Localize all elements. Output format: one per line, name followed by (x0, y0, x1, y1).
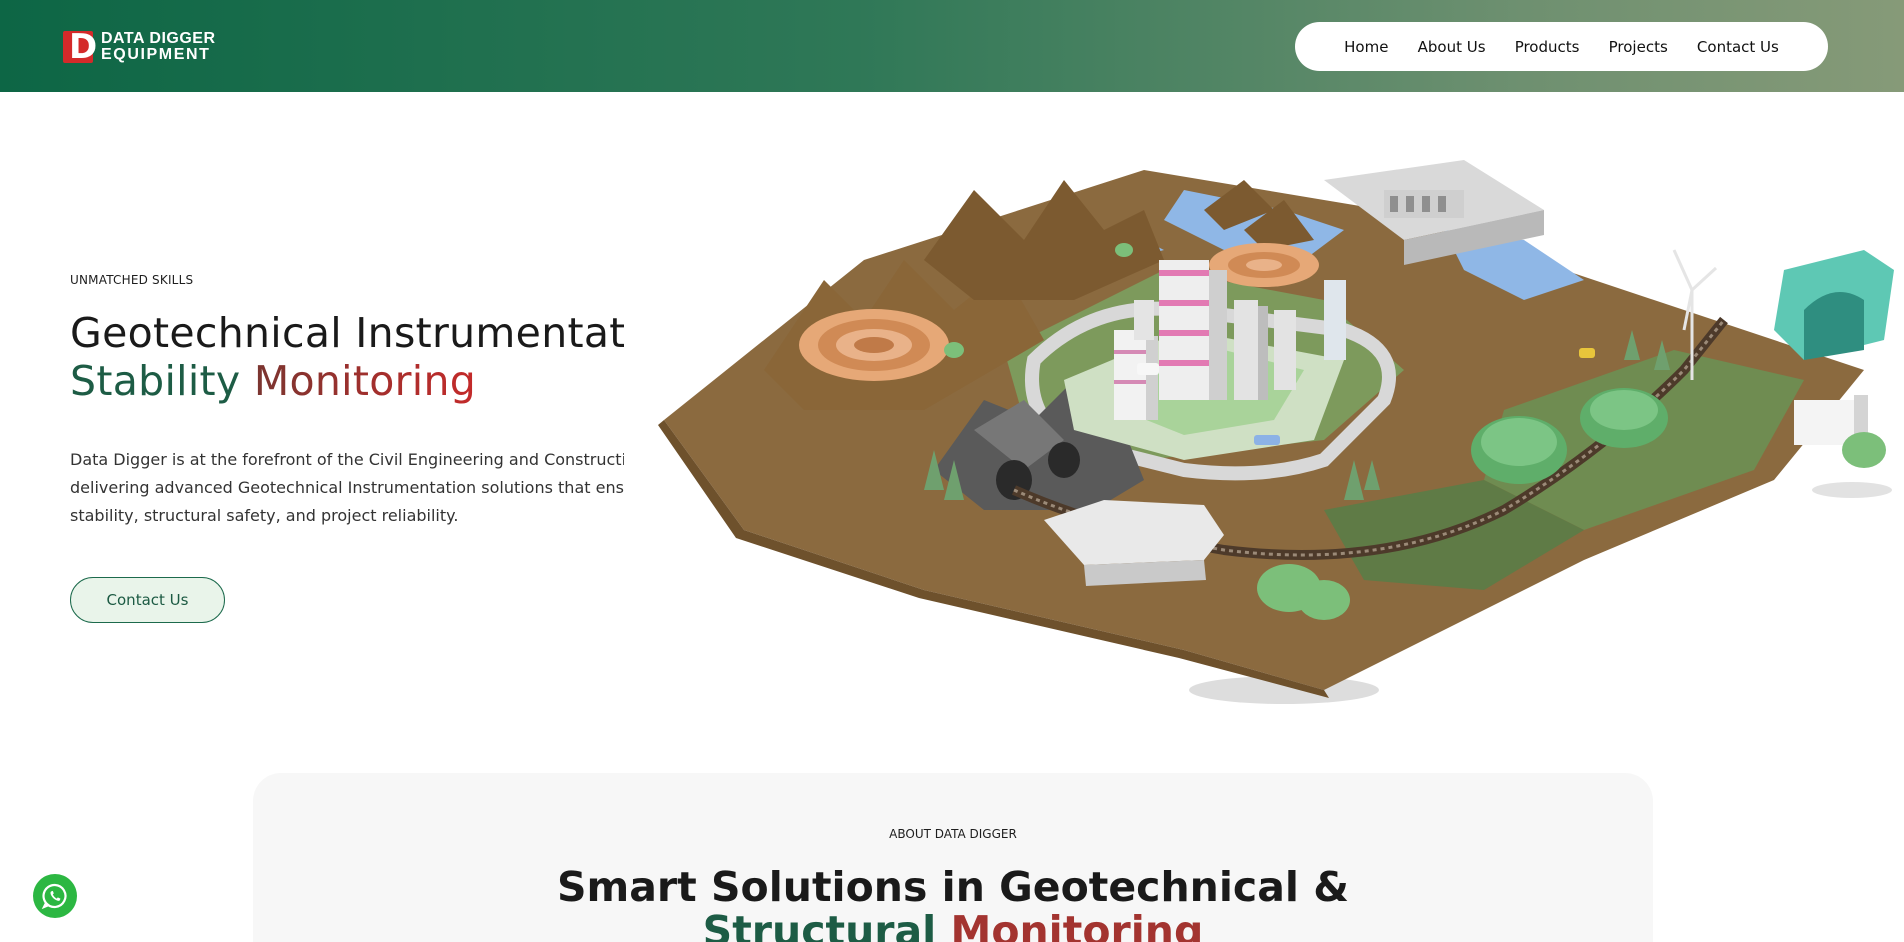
hero-eyebrow: UNMATCHED SKILLS (70, 273, 194, 287)
nav-projects[interactable]: Projects (1609, 38, 1668, 56)
nav-home[interactable]: Home (1344, 38, 1388, 56)
nav-contact-us[interactable]: Contact Us (1697, 38, 1779, 56)
about-title-red: Monitoring (950, 907, 1204, 942)
nav-products[interactable]: Products (1515, 38, 1580, 56)
hero-title-red: Monitoring (253, 357, 477, 405)
about-title-line1: Smart Solutions in Geotechnical & (557, 863, 1349, 911)
about-title: Smart Solutions in Geotechnical & Struct… (253, 865, 1653, 942)
about-title-green: Structural (702, 907, 937, 942)
whatsapp-icon (41, 883, 67, 910)
brand-logo[interactable]: D DATA DIGGER EQUIPMENT (63, 28, 216, 66)
main-nav: Home About Us Products Projects Contact … (1295, 22, 1828, 71)
brand-name-line1: DATA DIGGER (101, 30, 216, 47)
hero-contact-button[interactable]: Contact Us (70, 577, 225, 623)
whatsapp-button[interactable] (33, 874, 77, 918)
hero-illustration (624, 150, 1904, 715)
site-header: D DATA DIGGER EQUIPMENT Home About Us Pr… (0, 0, 1904, 92)
logo-mark-icon: D (63, 29, 97, 65)
hero-title-green: Stability (70, 357, 241, 405)
about-section: ABOUT DATA DIGGER Smart Solutions in Geo… (253, 773, 1653, 942)
nav-about-us[interactable]: About Us (1418, 38, 1486, 56)
about-eyebrow: ABOUT DATA DIGGER (889, 827, 1017, 841)
brand-name-line2: EQUIPMENT (101, 46, 211, 63)
